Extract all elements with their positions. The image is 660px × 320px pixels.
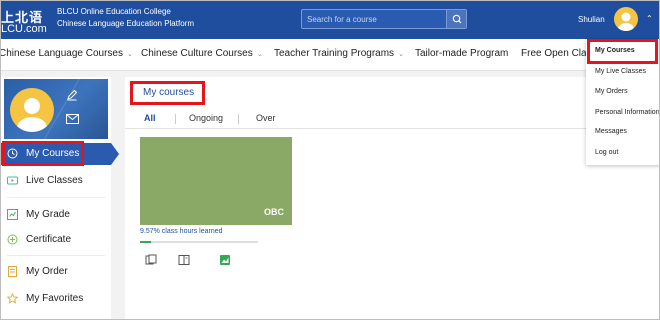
sidebar-item-my-favorites[interactable]: My Favorites	[1, 288, 111, 310]
sidebar: My Courses Live Classes My Grade Certifi…	[1, 77, 119, 319]
college-name-line2: Chinese Language Education Platform	[57, 19, 194, 28]
order-icon	[8, 266, 17, 277]
nav-item-chinese-language-courses[interactable]: Chinese Language Courses ⌄	[0, 48, 133, 59]
nav-item-chinese-culture-courses[interactable]: Chinese Culture Courses ⌄	[141, 48, 263, 59]
search-input[interactable]	[302, 10, 446, 28]
nav-item-label: Free Open Clas	[521, 48, 592, 59]
sidebar-divider	[7, 197, 105, 198]
profile-avatar[interactable]	[10, 88, 54, 132]
dropdown-item-personal-information[interactable]: Personal Information	[595, 109, 659, 116]
sidebar-divider	[7, 255, 105, 256]
search-button[interactable]	[446, 10, 466, 28]
search-icon	[452, 14, 462, 24]
sidebar-item-certificate[interactable]: Certificate	[1, 229, 111, 251]
tab-all[interactable]: All	[144, 113, 156, 123]
nav-item-label: Teacher Training Programs	[274, 48, 395, 59]
star-icon	[7, 293, 18, 304]
dropdown-item-my-orders[interactable]: My Orders	[595, 88, 628, 95]
sidebar-item-label: My Favorites	[26, 293, 84, 304]
progress-text: 9.57% class hours learned	[140, 228, 223, 235]
user-dropdown-menu: My Courses My Live Classes My Orders Per…	[586, 39, 659, 165]
course-actions	[145, 254, 265, 268]
nav-item-label: Chinese Language Courses	[0, 48, 123, 59]
main-nav: Chinese Language Courses ⌄ Chinese Cultur…	[0, 39, 659, 71]
main-content: My courses All Ongoing Over OBC 9.57% cl…	[125, 77, 659, 319]
dropdown-item-my-live-classes[interactable]: My Live Classes	[595, 68, 646, 75]
tab-over[interactable]: Over	[256, 113, 276, 123]
nav-item-teacher-training-programs[interactable]: Teacher Training Programs ⌄	[274, 48, 404, 59]
grade-icon	[7, 209, 18, 220]
college-name-line1: BLCU Online Education College	[57, 7, 171, 16]
tab-separator	[175, 114, 176, 124]
nav-item-free-open-class[interactable]: Free Open Clas	[521, 48, 592, 59]
tab-ongoing[interactable]: Ongoing	[189, 113, 223, 123]
avatar-person-icon	[17, 98, 47, 132]
college-name: BLCU Online Education College Chinese La…	[57, 6, 194, 30]
chevron-down-icon: ⌄	[398, 51, 404, 58]
dropdown-item-log-out[interactable]: Log out	[595, 149, 618, 156]
sidebar-item-live-classes[interactable]: Live Classes	[1, 170, 111, 192]
page-title: My courses	[143, 87, 195, 98]
profile-card	[4, 79, 108, 139]
sidebar-item-label: Certificate	[26, 234, 72, 245]
sidebar-item-my-courses[interactable]: My Courses	[1, 143, 119, 165]
nav-item-tailor-made-program[interactable]: Tailor-made Program	[415, 48, 508, 59]
logo-domain-text: LCU.com	[1, 23, 47, 35]
certificate-icon	[7, 234, 18, 245]
course-card[interactable]: OBC	[140, 137, 292, 225]
nav-item-label: Chinese Culture Courses	[141, 48, 253, 59]
chevron-down-icon: ⌄	[126, 51, 133, 58]
notes-icon[interactable]	[145, 254, 157, 266]
progress-bar-fill	[140, 241, 152, 243]
search-box	[301, 9, 467, 29]
dropdown-item-messages[interactable]: Messages	[595, 128, 627, 135]
dropdown-item-my-courses[interactable]: My Courses	[595, 47, 635, 54]
sidebar-item-label: My Grade	[26, 209, 70, 220]
sidebar-item-my-order[interactable]: My Order	[1, 261, 111, 283]
pen-icon[interactable]	[66, 89, 78, 101]
user-avatar[interactable]	[614, 7, 638, 31]
chevron-down-icon: ⌄	[256, 51, 263, 58]
progress-bar	[140, 241, 258, 243]
avatar-person-icon	[618, 12, 634, 31]
sidebar-item-label: My Courses	[26, 148, 80, 159]
stats-icon[interactable]	[219, 254, 231, 266]
sidebar-item-label: My Order	[26, 266, 68, 277]
clock-icon	[7, 148, 18, 159]
user-name[interactable]: Shulian	[578, 15, 605, 24]
live-icon	[7, 176, 18, 185]
sidebar-item-my-grade[interactable]: My Grade	[1, 204, 111, 226]
sidebar-item-label: Live Classes	[26, 175, 83, 186]
nav-item-label: Tailor-made Program	[415, 48, 509, 59]
tab-separator	[238, 114, 239, 124]
course-filter-tabs: All Ongoing Over	[125, 111, 659, 129]
mail-icon[interactable]	[66, 114, 79, 124]
top-header: 上北语 LCU.com BLCU Online Education Colleg…	[1, 1, 659, 39]
chevron-up-icon[interactable]: ⌃	[646, 14, 653, 23]
course-code: OBC	[264, 207, 284, 217]
book-icon[interactable]	[178, 254, 190, 266]
app-window: 上北语 LCU.com BLCU Online Education Colleg…	[0, 0, 660, 320]
